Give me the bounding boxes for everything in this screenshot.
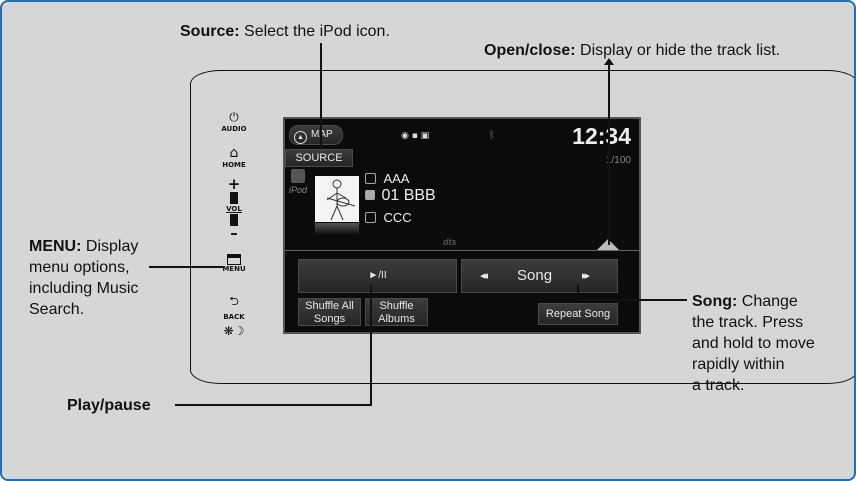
source-leader-line <box>320 43 322 149</box>
home-icon: ⌂ <box>229 145 239 161</box>
album-row: CCC <box>365 209 412 225</box>
volume-down-icon: – <box>230 224 238 242</box>
track-list-divider <box>285 250 639 251</box>
play-pause-callout: Play/pause <box>67 397 151 414</box>
menu-leader-line <box>149 266 223 268</box>
open-close-leader-arrow <box>604 58 614 65</box>
media-status-icon: ▪ <box>411 131 418 141</box>
next-track-icon: ▸▸ <box>582 270 590 282</box>
previous-track-icon: ◂◂ <box>480 270 488 282</box>
open-close-callout: Open/close: Display or hide the track li… <box>484 42 781 59</box>
menu-callout: MENU: Display menu options, including Mu… <box>29 238 139 318</box>
ipod-status-icon: ▣ <box>420 131 430 141</box>
album-art <box>315 176 359 222</box>
album-art-image <box>326 179 356 221</box>
shuffle-albums-button[interactable]: Shuffle Albums <box>365 298 428 326</box>
day-night-button[interactable]: ❋☽ <box>220 320 248 339</box>
volume-bar-icon <box>230 192 238 204</box>
home-button[interactable]: ⌂ HOME <box>220 142 248 169</box>
navigation-arrow-icon: ▲ <box>294 131 307 144</box>
song-leader-line-v <box>577 285 579 301</box>
source-callout: Source: Select the iPod icon. <box>180 23 390 40</box>
open-close-leader-line <box>608 62 610 245</box>
usb-status-icon: ◉ <box>401 131 409 141</box>
song-icon <box>365 190 375 200</box>
play-pause-leader-line-h <box>175 404 372 406</box>
status-icons: ◉ ▪ ▣ <box>401 131 429 141</box>
play-pause-leader-line-v <box>370 285 372 406</box>
artist-row: AAA <box>365 170 409 186</box>
figure-frame: Source: Select the iPod icon. Open/close… <box>0 0 856 481</box>
source-button[interactable]: SOURCE <box>285 149 353 167</box>
album-icon <box>365 212 376 223</box>
audio-button[interactable]: ⏻ AUDIO <box>220 106 248 133</box>
map-button[interactable]: ▲MAP <box>289 125 343 145</box>
power-icon: ⏻ <box>229 110 239 124</box>
play-pause-button[interactable]: ►/II <box>298 259 457 293</box>
menu-button[interactable]: MENU <box>220 254 248 273</box>
ipod-source-label: iPod <box>289 185 308 195</box>
volume-control[interactable]: + VOL – <box>220 175 248 242</box>
day-night-icon: ❋☽ <box>223 324 245 338</box>
clock: 12:34 <box>572 123 631 149</box>
shuffle-all-songs-button[interactable]: Shuffle All Songs <box>298 298 361 326</box>
bluetooth-icon: ᛒ <box>489 130 495 141</box>
ipod-source-icon <box>291 169 305 183</box>
repeat-song-button[interactable]: Repeat Song <box>538 303 618 325</box>
menu-icon <box>227 254 241 265</box>
song-button[interactable]: ◂◂ Song ▸▸ <box>461 259 618 293</box>
song-leader-line-h <box>577 299 687 301</box>
back-button[interactable]: ⮌ BACK <box>220 290 248 321</box>
song-row: 01 BBB <box>365 187 436 205</box>
volume-up-icon: + <box>227 175 241 193</box>
album-art-reflection <box>315 223 359 235</box>
back-icon: ⮌ <box>229 294 239 308</box>
dts-logo: dts <box>443 237 457 247</box>
artist-icon <box>365 173 376 184</box>
audio-screen: ▲MAP ◉ ▪ ▣ ᛒ 12:34 SOURCE 1/100 iPod <box>283 117 641 334</box>
